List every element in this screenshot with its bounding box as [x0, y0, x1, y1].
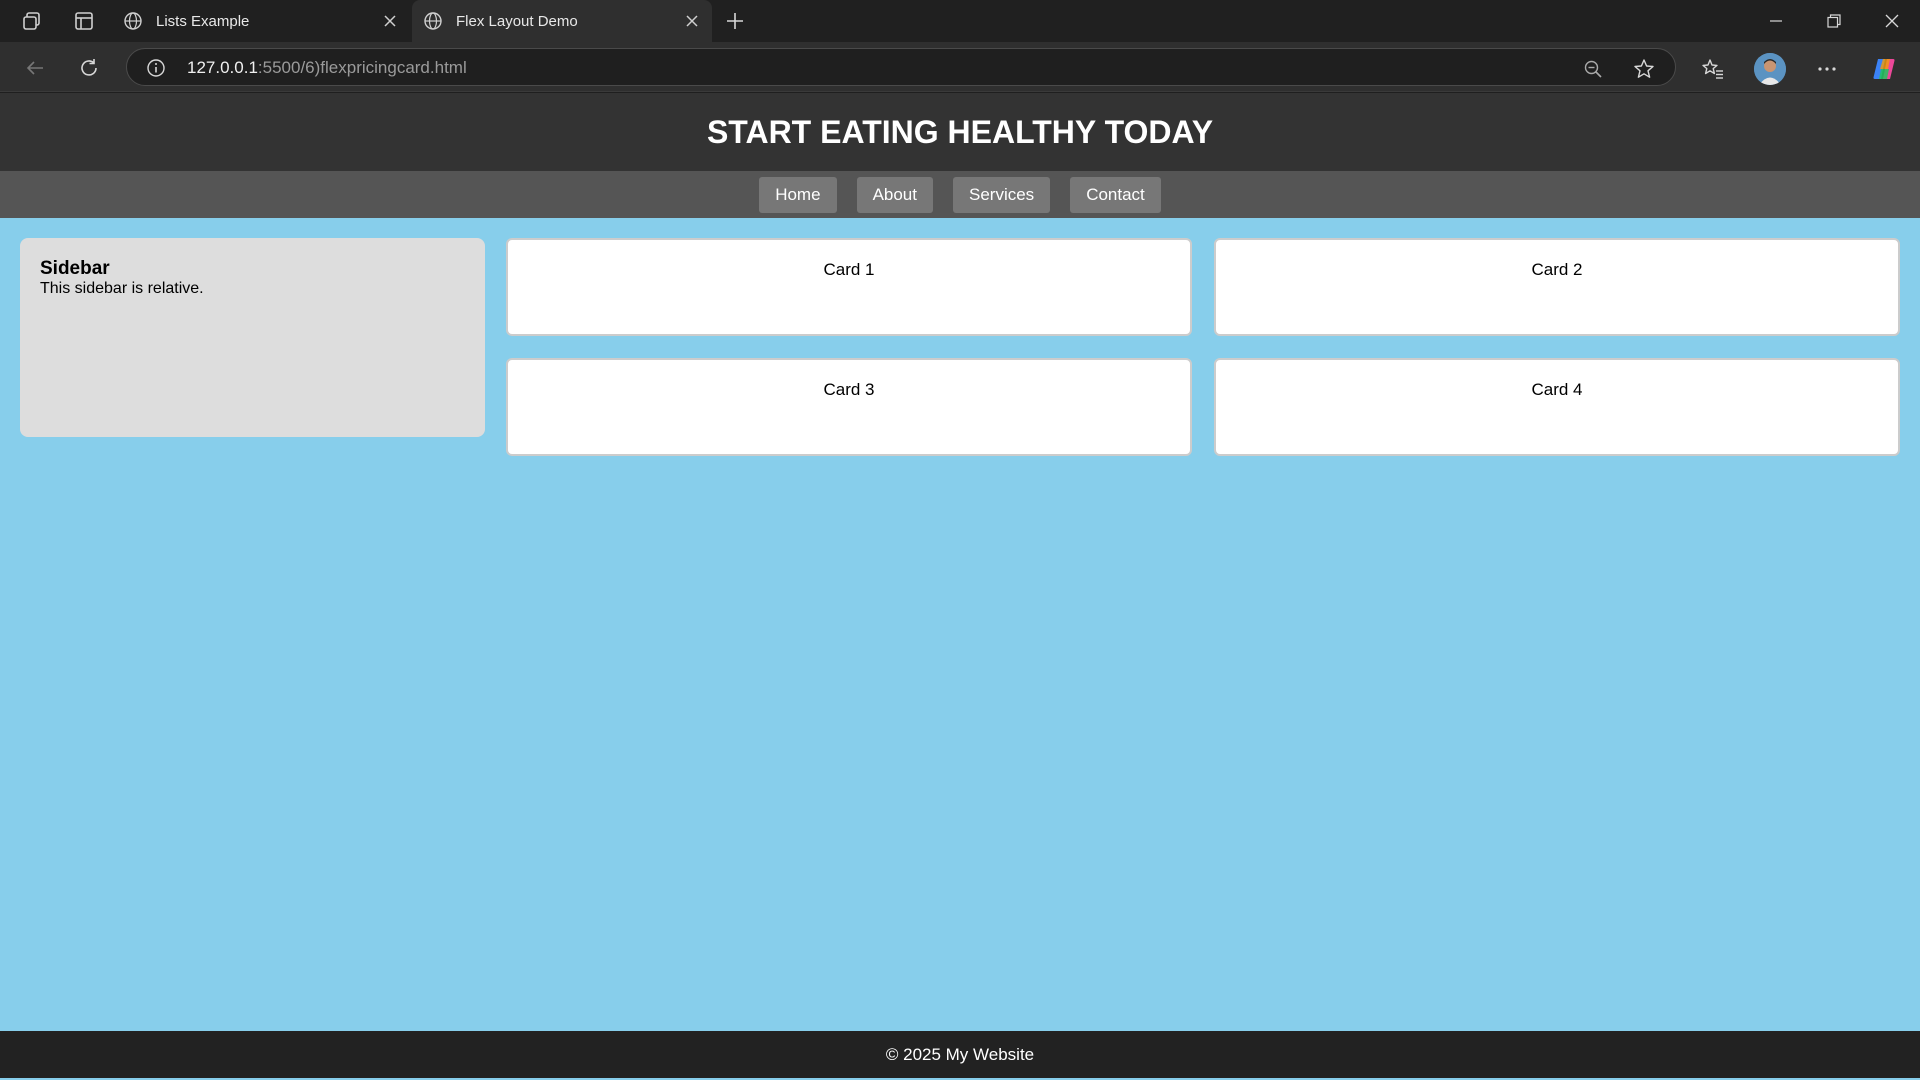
footer-text: © 2025 My Website — [885, 1044, 1035, 1064]
close-tab-icon[interactable] — [380, 11, 400, 31]
address-bar[interactable]: 127.0.0.1:5500/6)flexpricingcard.html — [126, 48, 1676, 86]
more-options-icon[interactable] — [1811, 53, 1843, 85]
globe-icon — [422, 10, 444, 32]
copilot-icon[interactable] — [1868, 53, 1900, 85]
browser-tab-strip: Lists Example Flex Layout Demo — [0, 0, 1920, 42]
restore-button[interactable] — [1806, 0, 1862, 42]
nav-link-services[interactable]: Services — [953, 176, 1051, 213]
browser-toolbar: 127.0.0.1:5500/6)flexpricingcard.html — [0, 42, 1920, 92]
minimize-button[interactable] — [1748, 0, 1804, 42]
url-path: :5500/6)flexpricingcard.html — [257, 58, 467, 77]
tab-lists-example[interactable]: Lists Example — [112, 0, 410, 42]
nav-link-contact[interactable]: Contact — [1070, 176, 1161, 213]
tab-title: Flex Layout Demo — [456, 12, 578, 30]
nav-link-home[interactable]: Home — [759, 176, 837, 213]
new-tab-button[interactable] — [722, 8, 748, 34]
favorite-star-icon[interactable] — [1631, 56, 1657, 82]
page-title: START EATING HEALTHY TODAY — [706, 113, 1214, 150]
site-header: START EATING HEALTHY TODAY — [0, 93, 1920, 171]
sidebar-text: This sidebar is relative. — [40, 280, 204, 297]
tab-title: Lists Example — [156, 12, 250, 30]
sidebar: Sidebar This sidebar is relative. — [20, 238, 485, 437]
card-2: Card 2 — [1214, 238, 1900, 336]
tab-flex-layout-demo[interactable]: Flex Layout Demo — [412, 0, 712, 42]
zoom-out-icon[interactable] — [1581, 57, 1605, 81]
globe-icon — [122, 10, 144, 32]
back-button[interactable] — [20, 53, 50, 83]
close-tab-icon[interactable] — [682, 11, 702, 31]
site-footer: © 2025 My Website — [0, 1031, 1920, 1078]
refresh-button[interactable] — [74, 53, 104, 83]
site-info-icon[interactable] — [145, 57, 167, 79]
close-window-button[interactable] — [1864, 0, 1920, 42]
favorites-icon[interactable] — [1697, 53, 1729, 85]
profile-avatar[interactable] — [1754, 53, 1786, 85]
card-4: Card 4 — [1214, 358, 1900, 456]
site-nav: Home About Services Contact — [0, 171, 1920, 218]
card-1: Card 1 — [506, 238, 1192, 336]
sidebar-heading: Sidebar — [40, 258, 110, 279]
page-content: START EATING HEALTHY TODAY Home About Se… — [0, 93, 1920, 1080]
vertical-tabs-icon[interactable] — [70, 7, 98, 35]
url-host: 127.0.0.1 — [187, 58, 258, 77]
card-3: Card 3 — [506, 358, 1192, 456]
workspaces-icon[interactable] — [18, 7, 46, 35]
nav-link-about[interactable]: About — [856, 176, 933, 213]
url-text[interactable]: 127.0.0.1:5500/6)flexpricingcard.html — [187, 58, 467, 78]
